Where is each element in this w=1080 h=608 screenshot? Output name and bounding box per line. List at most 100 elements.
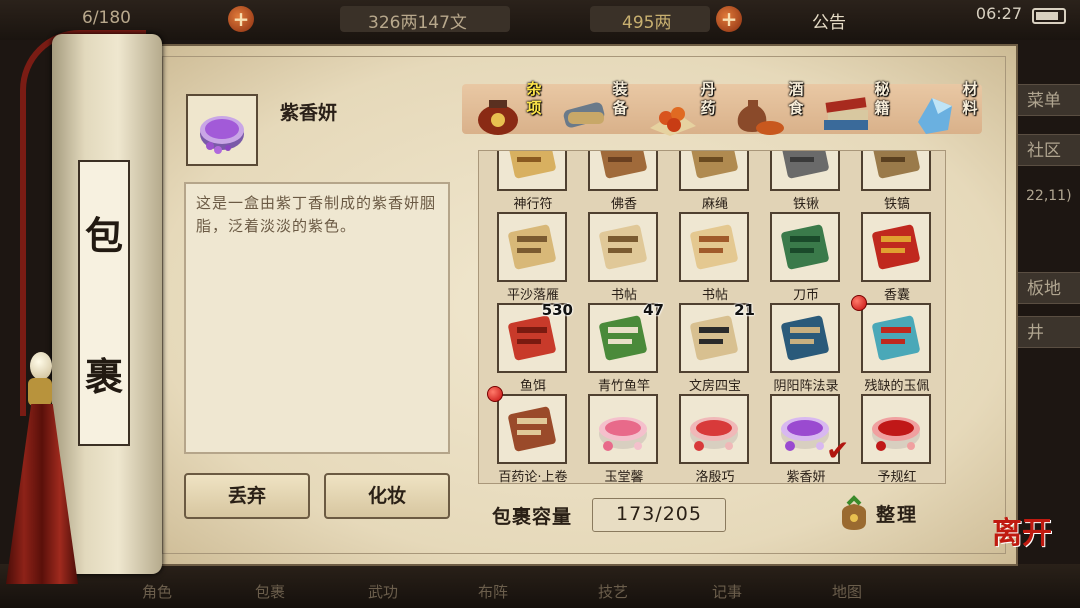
bead-icon <box>30 352 52 380</box>
inventory-grid[interactable]: 神行符 佛香 麻绳 铁锹 铁镐平沙落雁 书帖 书帖 刀币 香囊 530 鱼饵 47 青竹鱼竿 21 文房四宝… <box>478 150 946 484</box>
slot-frame <box>679 151 749 191</box>
add-gold-button[interactable]: + <box>716 6 742 32</box>
knife-coin-icon <box>781 224 829 270</box>
community-button[interactable]: 社区 <box>1014 134 1080 166</box>
incense-icon <box>599 151 647 179</box>
medicine-book-icon <box>508 406 556 452</box>
bottom-journal[interactable]: 记事 <box>712 581 742 602</box>
bag-sort-icon <box>842 495 866 530</box>
slot-frame <box>497 394 567 464</box>
category-tabs: 杂项 装备 丹药 酒食 秘籍 材料 <box>462 80 982 136</box>
hud-money: 326两147文 <box>368 13 467 33</box>
bottom-craft[interactable]: 技艺 <box>598 581 628 602</box>
item-name: 鱼饵 <box>519 379 546 394</box>
bottom-map[interactable]: 地图 <box>832 581 862 602</box>
pills-icon <box>650 107 696 136</box>
slot-frame <box>861 394 931 464</box>
slot-frame <box>679 212 749 282</box>
menu-button[interactable]: 菜单 <box>1014 84 1080 116</box>
inventory-slot[interactable]: 麻绳 <box>675 151 767 212</box>
item-name: 洛殷巧 <box>695 470 735 484</box>
inventory-slot[interactable]: 书帖 <box>675 212 767 303</box>
leave-button[interactable]: 离开 <box>992 508 1052 552</box>
item-name: 玉堂馨 <box>604 470 644 484</box>
board-button[interactable]: 板地 <box>1014 272 1080 304</box>
clasp-icon <box>28 378 52 406</box>
sort-label: 整理 <box>876 504 919 526</box>
new-item-dot <box>487 386 503 402</box>
clock: 06:27 <box>975 4 1022 23</box>
jade-pendant-icon <box>872 315 920 361</box>
item-count: 47 <box>643 301 664 319</box>
tab-materials[interactable]: 材料 <box>904 76 1004 136</box>
inventory-slot[interactable]: 洛殷巧 <box>675 394 767 484</box>
inventory-slot[interactable]: 玉堂馨 <box>584 394 676 484</box>
add-count-button[interactable]: + <box>228 6 254 32</box>
tab-wine-food[interactable]: 酒食 <box>730 76 830 136</box>
capacity-value: 173/205 <box>592 498 726 532</box>
item-name: 铁锹 <box>792 197 819 212</box>
inventory-slot[interactable]: ✔ 紫香妍 <box>766 394 858 483</box>
sort-button[interactable]: 整理 <box>834 494 934 534</box>
slot-frame <box>861 151 931 191</box>
talisman-icon <box>508 151 556 179</box>
well-button[interactable]: 井 <box>1014 316 1080 348</box>
inventory-slot[interactable]: 铁镐 <box>857 151 945 212</box>
slot-frame <box>770 303 840 373</box>
inventory-slot[interactable]: 残缺的玉佩 <box>851 295 945 394</box>
slot-frame <box>588 151 658 191</box>
bottom-role[interactable]: 角色 <box>142 581 172 602</box>
bottom-formation[interactable]: 布阵 <box>478 581 508 602</box>
notice-button[interactable]: 公告 <box>812 8 846 33</box>
coords-text: 22,11) <box>1026 188 1072 204</box>
inventory-slot[interactable]: 21 文房四宝 <box>675 301 767 394</box>
makeup-button[interactable]: 化妆 <box>324 473 450 519</box>
tab-misc[interactable]: 杂项 <box>468 76 568 136</box>
rouge-crimson-icon <box>872 417 920 451</box>
inventory-slot[interactable]: 香囊 <box>857 212 945 303</box>
inventory-slot[interactable]: 530 鱼饵 <box>493 301 585 394</box>
item-name: 予规红 <box>877 470 917 484</box>
capacity-label: 包裹容量 <box>492 506 573 528</box>
item-description: 这是一盒由紫丁香制成的紫香妍胭脂，泛着淡淡的紫色。 <box>184 182 450 454</box>
new-item-dot <box>851 295 867 311</box>
sachet-icon <box>872 224 920 270</box>
books-icon <box>824 97 868 130</box>
music-book-icon <box>508 224 556 270</box>
inventory-slot[interactable]: 平沙落雁 <box>493 212 585 303</box>
tab-equipment[interactable]: 装备 <box>554 76 654 136</box>
hud-gold: 495两 <box>622 13 672 33</box>
bottom-skill[interactable]: 武功 <box>368 581 398 602</box>
bottom-bag[interactable]: 包裹 <box>255 581 285 602</box>
inventory-slot[interactable]: 刀币 <box>766 212 858 303</box>
crystal-icon <box>918 98 952 134</box>
item-name: 神行符 <box>513 197 553 212</box>
inventory-slot[interactable]: 神行符 <box>493 151 585 212</box>
item-name: 青竹鱼竿 <box>597 379 650 394</box>
item-count: 530 <box>541 301 573 319</box>
rouge-red-icon <box>690 417 738 451</box>
tab-pills[interactable]: 丹药 <box>642 76 742 136</box>
inventory-slot[interactable]: 阴阳阵法录 <box>766 303 858 394</box>
bag-title-top: 包 <box>84 213 123 258</box>
inventory-slot[interactable]: 百药论·上卷 <box>487 386 585 483</box>
inventory-slot[interactable]: 予规红 <box>857 394 945 484</box>
discard-button[interactable]: 丢弃 <box>184 473 310 519</box>
inventory-slot[interactable]: 47 青竹鱼竿 <box>584 301 676 394</box>
scroll-bundle-icon <box>563 102 605 128</box>
inventory-slot[interactable]: 书帖 <box>584 212 676 303</box>
selected-check-icon: ✔ <box>826 434 850 467</box>
inventory-slot[interactable]: 佛香 <box>584 151 676 212</box>
top-hud: 6/180 + 326两147文 495两 + 公告 06:27 <box>0 0 1080 40</box>
slot-frame <box>770 212 840 282</box>
slot-frame <box>861 212 931 282</box>
hud-count: 6/180 <box>82 8 131 28</box>
tab-wine-food-label: 酒食 <box>788 80 804 117</box>
item-name: 麻绳 <box>701 197 728 212</box>
wine-food-icon <box>737 100 784 135</box>
inventory-slot[interactable]: 铁锹 <box>766 151 858 212</box>
bag-title-bottom: 裹 <box>84 354 123 399</box>
tab-manuals[interactable]: 秘籍 <box>816 76 916 136</box>
manual-book-icon <box>781 315 829 361</box>
item-name: 佛香 <box>610 197 637 212</box>
